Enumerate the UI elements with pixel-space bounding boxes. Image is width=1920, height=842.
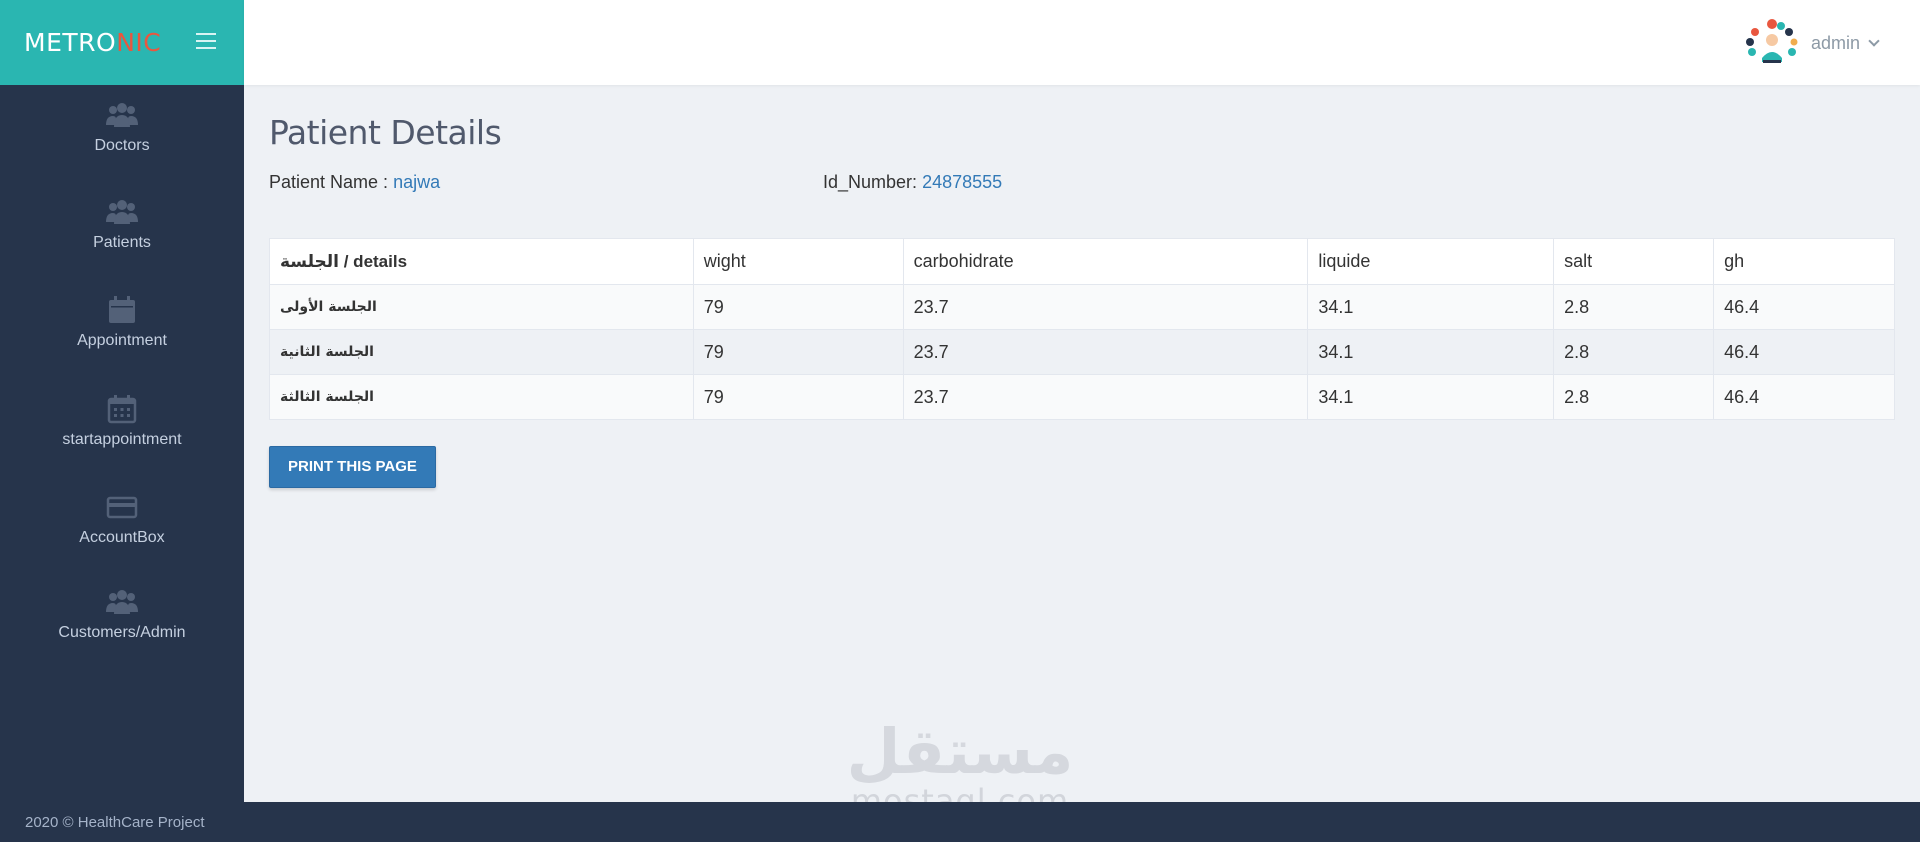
users-icon bbox=[106, 103, 138, 127]
table-cell: 34.1 bbox=[1307, 284, 1555, 330]
users-icon bbox=[106, 200, 138, 224]
sidebar-item-patients[interactable]: Patients bbox=[0, 196, 244, 286]
sidebar-item-accountbox[interactable]: AccountBox bbox=[0, 491, 244, 581]
sidebar-item-label: Appointment bbox=[77, 332, 167, 349]
table-cell: 79 bbox=[692, 374, 904, 420]
table-cell: 79 bbox=[692, 329, 904, 375]
calendar-icon bbox=[109, 296, 135, 323]
table-cell: 23.7 bbox=[902, 329, 1309, 375]
table-cell: 34.1 bbox=[1307, 329, 1555, 375]
table-cell: الجلسة الأولى bbox=[269, 284, 694, 330]
patient-name-value: najwa bbox=[393, 172, 441, 192]
calendar-grid-icon bbox=[107, 395, 137, 424]
sidebar-item-label: Customers/Admin bbox=[58, 624, 186, 641]
id-number-label: Id_Number: bbox=[823, 172, 918, 192]
users-icon bbox=[106, 590, 138, 614]
table-cell: 2.8 bbox=[1553, 374, 1715, 420]
patient-name: Patient Name : najwa bbox=[269, 172, 440, 193]
sidebar-item-customers-admin[interactable]: Customers/Admin bbox=[0, 586, 244, 676]
column-header-liquide: liquide bbox=[1307, 238, 1555, 285]
sidebar-item-label: Patients bbox=[93, 234, 151, 251]
table-cell: 2.8 bbox=[1553, 329, 1715, 375]
chevron-down-icon bbox=[1868, 35, 1880, 47]
table-cell: 46.4 bbox=[1713, 374, 1895, 420]
table-row: الجلسة الثالثة 79 23.7 34.1 2.8 46.4 bbox=[269, 374, 1895, 420]
credit-card-icon bbox=[106, 496, 138, 519]
logo-accent: NIC bbox=[116, 28, 162, 57]
table-row: الجلسة الثانية 79 23.7 34.1 2.8 46.4 bbox=[269, 329, 1895, 375]
column-header-wight: wight bbox=[692, 238, 904, 285]
table-cell: 23.7 bbox=[902, 374, 1309, 420]
brand-block: METRONIC bbox=[0, 0, 244, 85]
patient-id: Id_Number: 24878555 bbox=[823, 172, 1002, 193]
sidebar-item-startappointment[interactable]: startappointment bbox=[0, 393, 244, 483]
sidebar-item-appointment[interactable]: Appointment bbox=[0, 294, 244, 384]
table-cell: 2.8 bbox=[1553, 284, 1715, 330]
sidebar-item-label: startappointment bbox=[62, 431, 182, 448]
user-menu[interactable]: admin bbox=[1745, 18, 1880, 68]
table-cell: 23.7 bbox=[902, 284, 1309, 330]
table-cell: 46.4 bbox=[1713, 329, 1895, 375]
username: admin bbox=[1810, 32, 1860, 53]
patient-info: Patient Name : najwa Id_Number: 24878555 bbox=[269, 172, 1895, 202]
id-number-value: 24878555 bbox=[922, 172, 1003, 192]
sidebar: Doctors Patients Appointment startappoin… bbox=[0, 85, 244, 802]
table-row: الجلسة الأولى 79 23.7 34.1 2.8 46.4 bbox=[269, 284, 1895, 330]
logo-main: METRO bbox=[24, 28, 117, 57]
print-button[interactable]: PRINT THIS PAGE bbox=[269, 446, 436, 488]
sessions-table: الجلسة / details wight carbohidrate liqu… bbox=[269, 238, 1895, 420]
page-title: Patient Details bbox=[269, 113, 502, 152]
table-cell: 46.4 bbox=[1713, 284, 1895, 330]
table-cell: 79 bbox=[692, 284, 904, 330]
avatar bbox=[1745, 18, 1799, 68]
patient-name-label: Patient Name : bbox=[269, 172, 389, 192]
footer: 2020 © HealthCare Project bbox=[0, 802, 1920, 842]
table-cell: 34.1 bbox=[1307, 374, 1555, 420]
sidebar-item-label: Doctors bbox=[94, 137, 150, 154]
brand-logo[interactable]: METRONIC bbox=[24, 28, 161, 57]
table-header-row: الجلسة / details wight carbohidrate liqu… bbox=[269, 238, 1895, 285]
footer-text: 2020 © HealthCare Project bbox=[25, 813, 205, 831]
main-content: Patient Details Patient Name : najwa Id_… bbox=[244, 85, 1920, 802]
column-header-salt: salt bbox=[1553, 238, 1715, 285]
sidebar-item-label: AccountBox bbox=[79, 529, 165, 546]
column-header-details: الجلسة / details bbox=[269, 238, 694, 285]
table-cell: الجلسة الثالثة bbox=[269, 374, 694, 420]
menu-toggle-icon[interactable] bbox=[196, 33, 216, 49]
column-header-carbohidrate: carbohidrate bbox=[902, 238, 1309, 285]
table-cell: الجلسة الثانية bbox=[269, 329, 694, 375]
sidebar-item-doctors[interactable]: Doctors bbox=[0, 99, 244, 189]
column-header-gh: gh bbox=[1713, 238, 1895, 285]
top-header: admin bbox=[244, 0, 1920, 85]
